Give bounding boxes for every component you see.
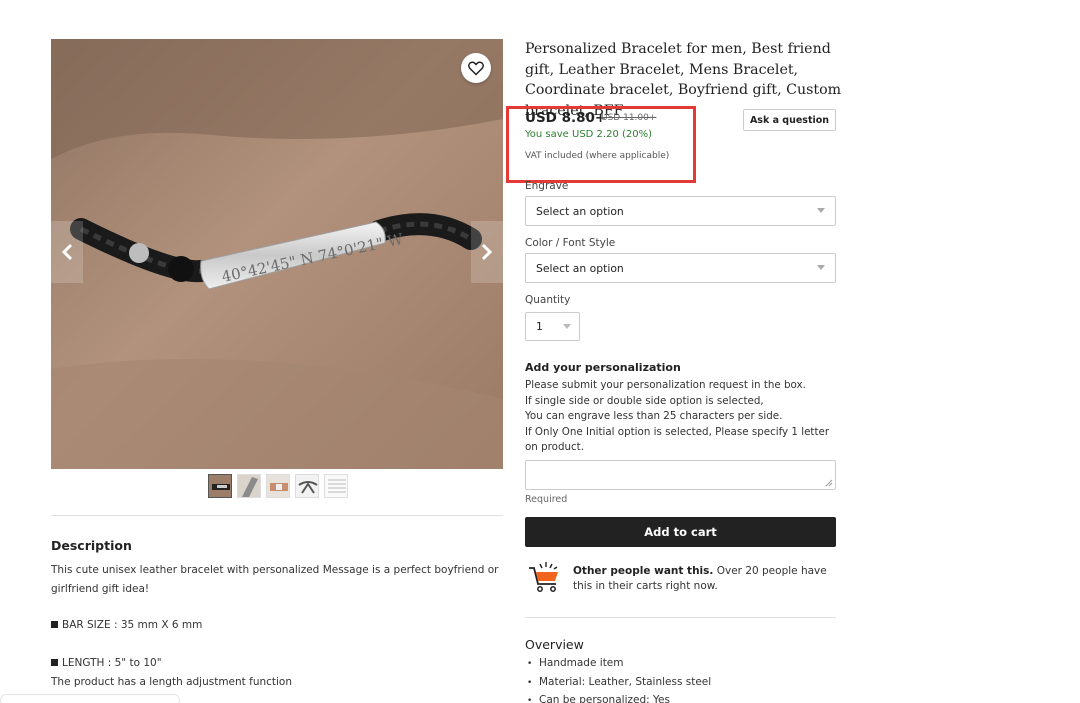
social-proof-text: Other people want this. Over 20 people h… <box>573 565 827 592</box>
resize-handle-icon[interactable] <box>825 479 833 487</box>
quantity-label: Quantity <box>525 294 571 306</box>
caret-down-icon <box>817 208 825 213</box>
heart-icon <box>468 61 484 76</box>
list-item: Can be personalized: Yes <box>527 692 711 703</box>
divider <box>525 617 836 618</box>
engrave-label: Engrave <box>525 180 569 192</box>
product-photo: 40°42'45" N 74°0'21" W <box>51 39 503 469</box>
color-font-select[interactable]: Select an option <box>525 253 836 283</box>
favorite-button[interactable] <box>461 53 491 83</box>
quantity-select[interactable]: 1 <box>525 312 580 341</box>
vat-note: VAT included (where applicable) <box>525 151 670 161</box>
description-adjust-note: The product has a length adjustment func… <box>51 676 293 688</box>
chevron-left-icon <box>61 243 73 261</box>
horizontal-scrollbar[interactable] <box>0 694 180 703</box>
quantity-value: 1 <box>536 320 543 333</box>
color-font-label: Color / Font Style <box>525 237 616 249</box>
thumbnail-strip <box>208 474 348 498</box>
description-length: LENGTH : 5" to 10" <box>51 654 506 673</box>
add-to-cart-button[interactable]: Add to cart <box>525 517 836 547</box>
description-title: Description <box>51 538 132 553</box>
thumbnail[interactable] <box>237 474 261 498</box>
engrave-select-value: Select an option <box>536 204 624 218</box>
product-image-main[interactable]: 40°42'45" N 74°0'21" W <box>51 39 503 469</box>
gallery-prev-button[interactable] <box>51 221 83 283</box>
description-bar-size: BAR SIZE : 35 mm X 6 mm <box>51 616 506 635</box>
ask-question-button[interactable]: Ask a question <box>743 109 836 131</box>
list-item: Material: Leather, Stainless steel <box>527 674 711 693</box>
personalization-title: Add your personalization <box>525 361 681 374</box>
required-note: Required <box>525 494 568 505</box>
overview-list: Handmade item Material: Leather, Stainle… <box>527 655 711 703</box>
caret-down-icon <box>563 324 571 329</box>
personalization-instructions: Please submit your personalization reque… <box>525 379 830 453</box>
price: USD 8.80+ <box>525 110 607 126</box>
gallery-next-button[interactable] <box>471 221 503 283</box>
engrave-select[interactable]: Select an option <box>525 196 836 226</box>
chevron-right-icon <box>481 243 493 261</box>
bullet-square-icon <box>51 659 58 666</box>
original-price: USD 11.00+ <box>601 113 657 123</box>
caret-down-icon <box>817 265 825 270</box>
savings-text: You save USD 2.20 (20%) <box>525 129 653 140</box>
description-intro: This cute unisex leather bracelet with p… <box>51 564 499 595</box>
list-item: Handmade item <box>527 655 711 674</box>
overview-title: Overview <box>525 637 584 652</box>
thumbnail[interactable] <box>266 474 290 498</box>
cart-icon <box>529 562 558 592</box>
personalization-textarea[interactable] <box>525 460 836 490</box>
color-font-select-value: Select an option <box>536 261 624 275</box>
bullet-square-icon <box>51 621 58 628</box>
thumbnail[interactable] <box>295 474 319 498</box>
thumbnail[interactable] <box>208 474 232 498</box>
thumbnail[interactable] <box>324 474 348 498</box>
divider <box>51 515 503 516</box>
